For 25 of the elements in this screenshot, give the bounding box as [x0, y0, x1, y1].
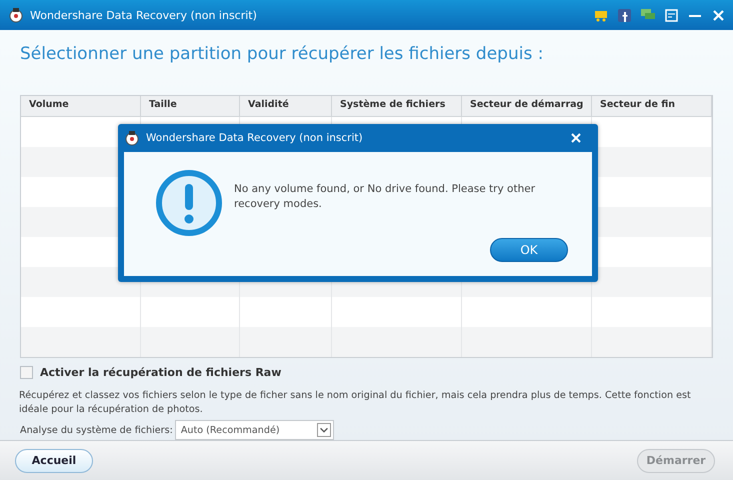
caret-icon	[316, 423, 331, 437]
column-header[interactable]: Volume	[21, 96, 141, 117]
close-icon[interactable]	[712, 8, 725, 22]
filesystem-dropdown[interactable]: Auto (Recommandé)	[174, 420, 334, 440]
window-title: Wondershare Data Recovery (non inscrit)	[30, 8, 258, 22]
column-header[interactable]: Validité	[240, 96, 332, 117]
filesystem-label: Analyse du système de fichiers:	[20, 424, 173, 436]
app-logo-icon	[8, 7, 24, 23]
checkbox-label: Activer la récupération de fichiers Raw	[40, 366, 282, 379]
raw-checkbox[interactable]	[20, 366, 33, 379]
home-button[interactable]: Accueil	[15, 448, 93, 472]
dialog-title: Wondershare Data Recovery (non inscrit)	[146, 132, 364, 144]
page-heading: Sélectionner une partition pour récupérer les fichiers depuis :	[20, 44, 544, 66]
close-icon[interactable]	[570, 132, 582, 144]
cart-icon[interactable]	[594, 8, 608, 22]
facebook-icon[interactable]	[618, 8, 631, 22]
notes-icon[interactable]	[665, 8, 678, 22]
column-header[interactable]: Système de fichiers	[332, 96, 462, 117]
app-logo-icon	[124, 130, 140, 146]
warning-icon	[154, 168, 224, 238]
column-header[interactable]: Taille	[141, 96, 240, 117]
description-text: Récupérez et classez vos fichiers selon le type de ficher sans le nom original du fichier, mais cela prendra plus de temps. Cette fonction est idéale pour la récupération de photos.	[19, 389, 692, 417]
dialog-message: No any volume found, or No drive found. Please try other recovery modes.	[234, 182, 536, 212]
column-header[interactable]: Secteur de démarrag	[462, 96, 592, 117]
column-header[interactable]: Secteur de fin	[592, 96, 712, 117]
